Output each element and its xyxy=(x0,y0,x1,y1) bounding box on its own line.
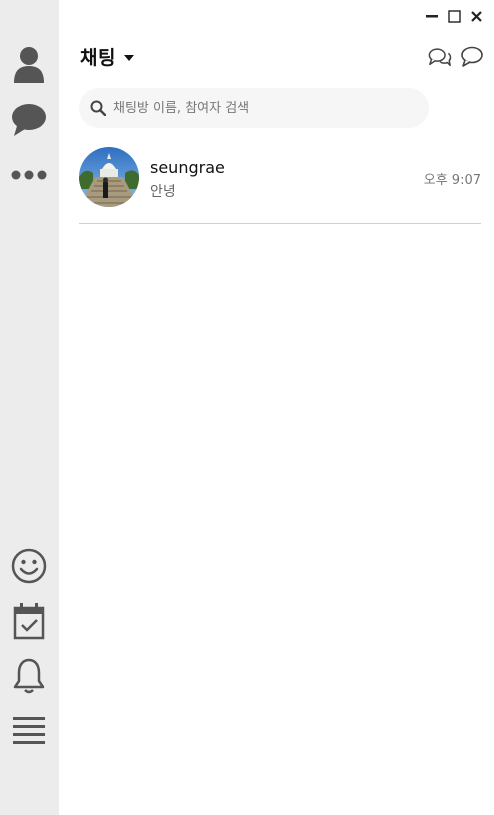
search-icon xyxy=(89,99,107,117)
search-input[interactable] xyxy=(111,99,415,117)
chevron-down-icon[interactable] xyxy=(123,54,134,61)
chat-timestamp: 오후 9:07 xyxy=(423,173,481,188)
maximize-icon[interactable] xyxy=(446,8,462,24)
chat-bubble-icon[interactable] xyxy=(9,100,49,140)
avatar xyxy=(79,147,139,207)
open-chat-icon[interactable] xyxy=(428,45,452,69)
new-chat-icon[interactable] xyxy=(460,45,484,69)
list-item[interactable]: seungrae 안녕 오후 9:07 xyxy=(79,146,481,224)
search-bar xyxy=(79,88,429,128)
person-icon[interactable] xyxy=(9,45,49,85)
header-actions xyxy=(428,45,484,69)
bell-icon[interactable] xyxy=(9,656,49,696)
smiley-icon[interactable] xyxy=(9,546,49,586)
minimize-icon[interactable] xyxy=(424,8,440,24)
menu-icon[interactable] xyxy=(9,711,49,751)
close-icon[interactable] xyxy=(468,8,484,24)
chat-last-message: 안녕 xyxy=(150,184,176,200)
chat-name: seungrae xyxy=(150,158,225,177)
header: 채팅 xyxy=(80,43,134,70)
chat-list: seungrae 안녕 오후 9:07 xyxy=(79,146,481,224)
sidebar xyxy=(0,0,59,815)
chat-panel: 채팅 채팅방 이름, 참여자 검색 seungrae 안녕 오후 9:07 xyxy=(59,0,494,815)
page-title: 채팅 xyxy=(80,47,116,69)
window-controls xyxy=(424,8,484,24)
calendar-check-icon[interactable] xyxy=(9,601,49,641)
more-icon[interactable] xyxy=(9,155,49,195)
